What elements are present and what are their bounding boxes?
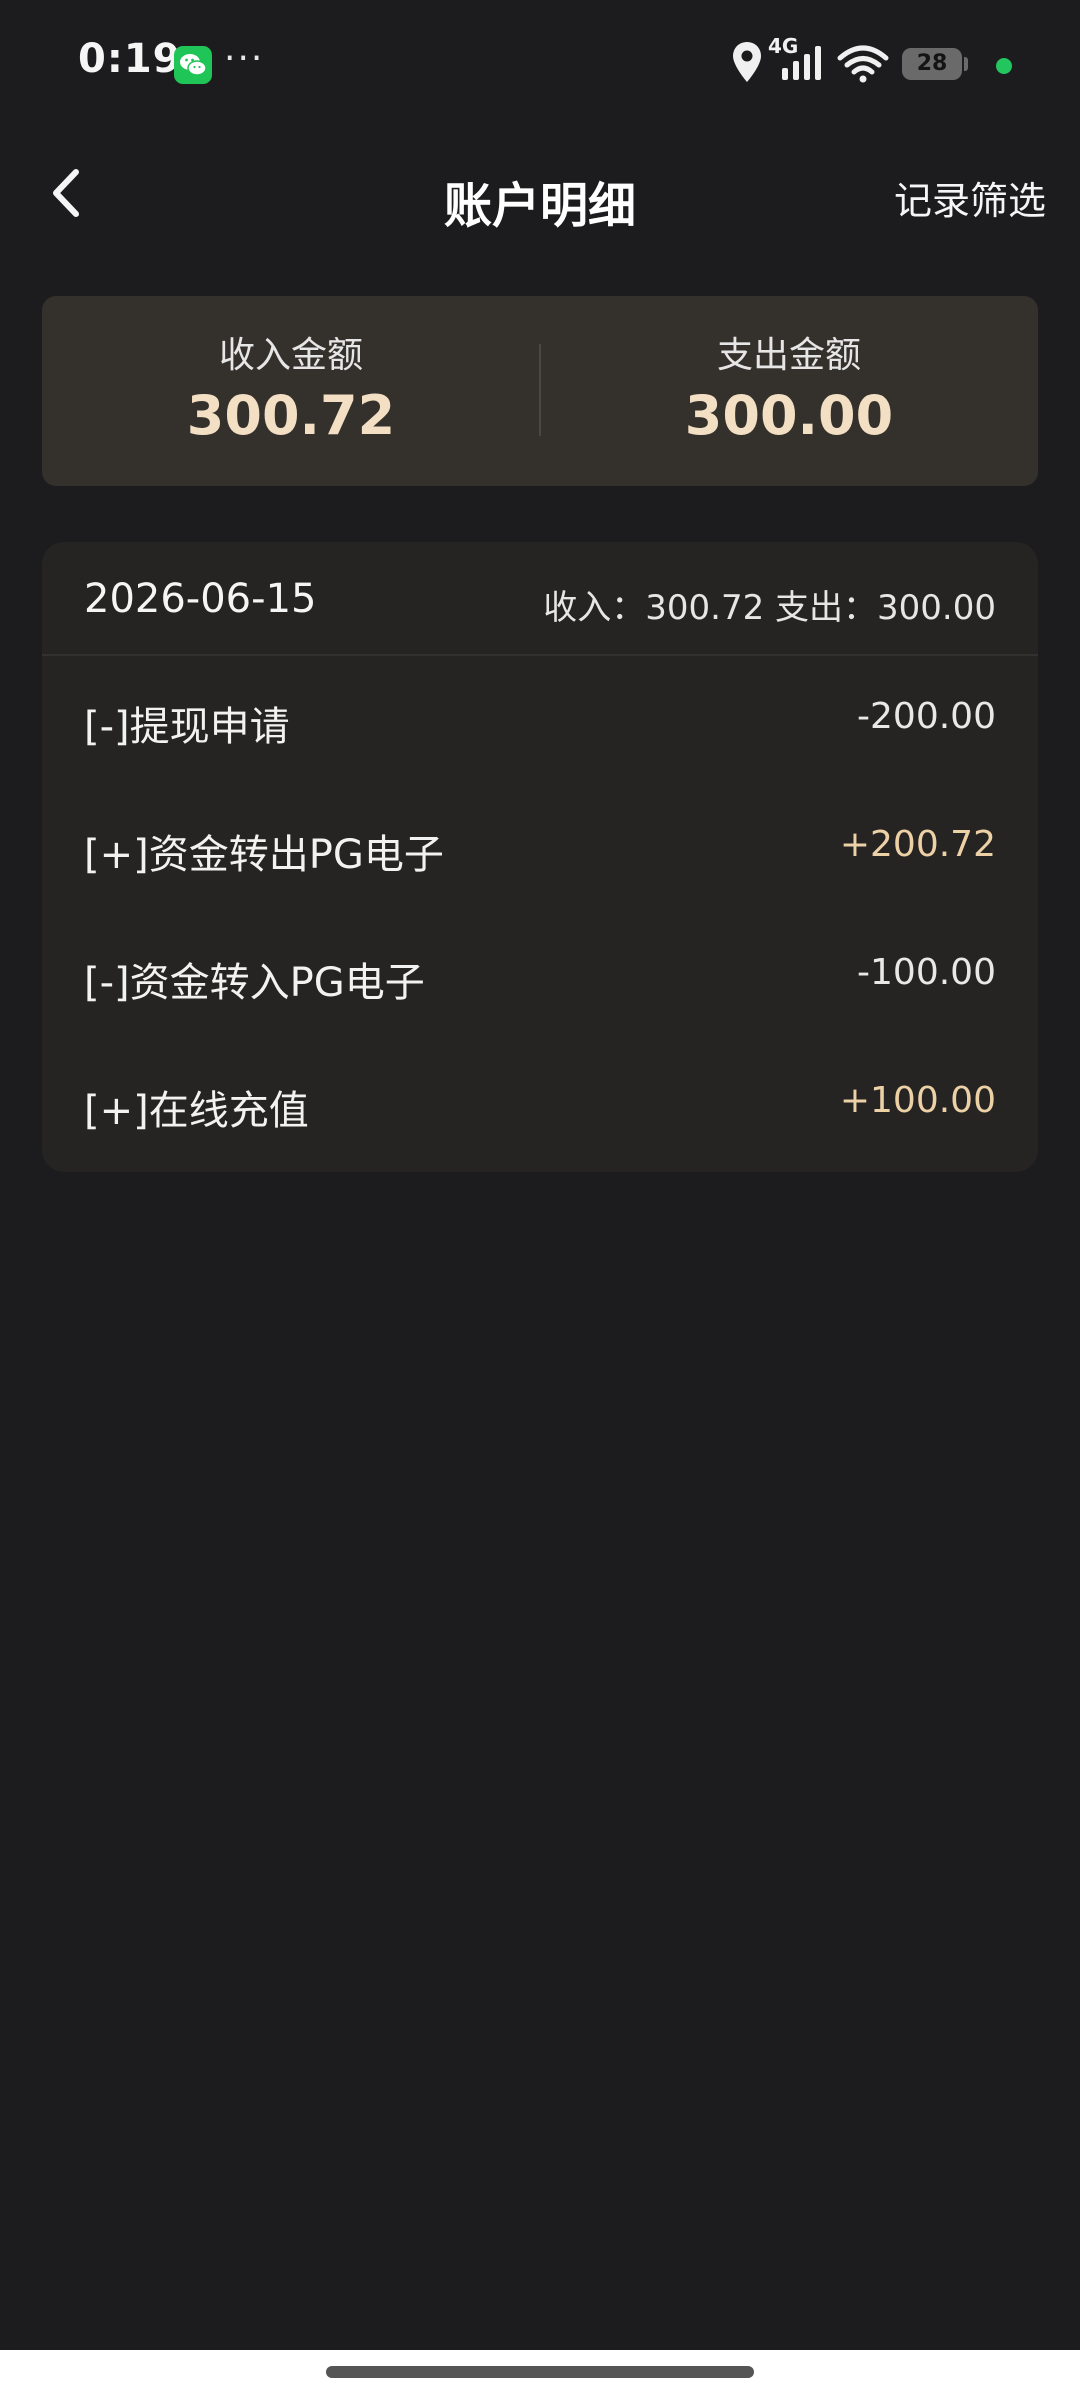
home-indicator[interactable] [326, 2366, 754, 2378]
navigation-bar [0, 2350, 1080, 2400]
wifi-icon [837, 45, 889, 83]
transaction-row[interactable]: [-]资金转入PG电子 -100.00 [42, 910, 1038, 1038]
privacy-indicator-dot [996, 58, 1012, 74]
transaction-label: [-]提现申请 [84, 704, 290, 750]
app-header: 账户明细 记录筛选 [0, 140, 1080, 250]
transaction-label: [-]资金转入PG电子 [84, 960, 425, 1006]
day-header: 2026-06-15 收入：300.72 支出：300.00 [42, 542, 1038, 656]
transaction-amount: -200.00 [857, 696, 996, 737]
location-icon [733, 42, 761, 82]
transaction-date: 2026-06-15 [84, 576, 317, 622]
expense-label: 支出金额 [716, 335, 861, 376]
transaction-label: [+]在线充值 [84, 1088, 309, 1134]
status-bar: 0:19 ··· 4G 28 [0, 0, 1080, 120]
income-value: 300.72 [186, 384, 396, 447]
battery-icon: 28 [902, 48, 962, 80]
transaction-row[interactable]: [+]在线充值 +100.00 [42, 1038, 1038, 1166]
summary-card: 收入金额 300.72 支出金额 300.00 [42, 296, 1038, 486]
battery-level: 28 [916, 51, 948, 76]
transaction-label: [+]资金转出PG电子 [84, 832, 444, 878]
income-summary: 收入金额 300.72 [42, 296, 540, 486]
status-icons: 4G 28 [730, 34, 1080, 88]
transaction-amount: +200.72 [839, 824, 996, 865]
account-details-screen: 0:19 ··· 4G 28 账户明细 记录筛选 收入金额 300.72 支出金… [0, 0, 1080, 2400]
expense-summary: 支出金额 300.00 [540, 296, 1038, 486]
transaction-amount: +100.00 [839, 1080, 996, 1121]
daily-summary: 收入：300.72 支出：300.00 [543, 588, 996, 628]
more-notifications-icon: ··· [224, 38, 265, 79]
transaction-day-card: 2026-06-15 收入：300.72 支出：300.00 [-]提现申请 -… [42, 542, 1038, 1172]
transaction-row[interactable]: [+]资金转出PG电子 +200.72 [42, 782, 1038, 910]
income-label: 收入金额 [218, 335, 363, 376]
status-time: 0:19 [78, 36, 182, 82]
expense-value: 300.00 [684, 384, 894, 447]
transaction-amount: -100.00 [857, 952, 996, 993]
record-filter-button[interactable]: 记录筛选 [894, 170, 1046, 225]
signal-icon [782, 46, 821, 80]
wechat-icon [174, 46, 212, 84]
battery-tip [964, 57, 968, 71]
transaction-row[interactable]: [-]提现申请 -200.00 [42, 654, 1038, 782]
